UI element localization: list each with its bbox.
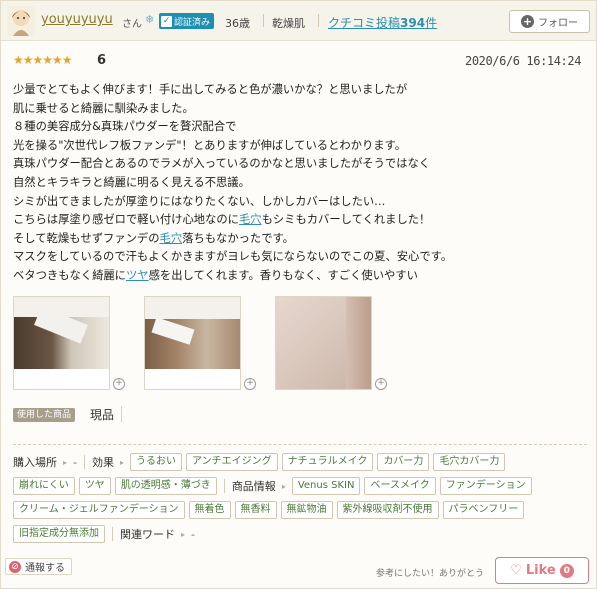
report-label: 通報する: [25, 563, 65, 574]
honorific: さん: [122, 19, 142, 30]
plus-icon: +: [521, 15, 534, 28]
review-line: 光を操る"次世代レフ板ファンデ"！とありますが伸ばしているとわかります。: [13, 138, 407, 152]
review-text-part: もシミもカバーしてくれました！: [261, 213, 431, 227]
review-line: 少量でとてもよく伸びます！手に出してみると色が濃いかな？と思いましたが: [13, 83, 408, 96]
review-line: 真珠パウダー配合とあるのでラメが入っているのかなと思いましたがそうではなく: [13, 157, 431, 171]
rating-score: 6: [97, 53, 107, 68]
product-info-tag[interactable]: ベースメイク: [364, 477, 436, 495]
effect-tag[interactable]: 毛穴カバー力: [433, 453, 506, 471]
photo-area: [145, 297, 240, 319]
keyword-link[interactable]: ツヤ: [126, 269, 149, 282]
helpful-text: 参考にしたい！ありがとう: [376, 569, 485, 579]
prohibited-icon: ⊘: [9, 560, 21, 573]
purchase-value: -: [73, 455, 77, 469]
product-info-tag[interactable]: 無鉱物油: [280, 501, 333, 519]
like-button[interactable]: ♡ Like 0: [495, 557, 589, 584]
product-info-tag[interactable]: Venus SKIN: [291, 477, 361, 495]
product-info-tag[interactable]: 無香料: [234, 501, 277, 519]
review-line: こちらは厚塗り感ゼロで軽い付け心地なのに毛穴もシミもカバーしてくれました！: [13, 211, 588, 230]
divider: [84, 455, 85, 469]
zoom-icon[interactable]: +: [244, 378, 256, 390]
related-value: -: [191, 527, 195, 541]
chevron-right-icon: ▸: [120, 457, 125, 467]
follow-button[interactable]: + フォロー: [509, 10, 590, 33]
tag-row: 崩れにくい ツヤ 肌の透明感・薄づき 商品情報 ▸ Venus SKIN ベース…: [13, 477, 532, 495]
effect-tag[interactable]: ナチュラルメイク: [281, 453, 374, 471]
post-date: 2020/6/6 16:14:24: [465, 54, 582, 68]
review-count-number: 394: [400, 16, 426, 30]
product-info-tag[interactable]: パラベンフリー: [442, 501, 525, 519]
review-line: シミが出てきましたが厚塗りにはなりたくない、しかしカバーはしたい…: [13, 194, 386, 208]
effect-tag[interactable]: アンチエイジング: [186, 453, 278, 471]
review-photo-3[interactable]: [275, 296, 372, 390]
zoom-icon[interactable]: +: [375, 378, 387, 390]
effect-tag[interactable]: 崩れにくい: [13, 477, 75, 495]
username-link[interactable]: youyuyuyu: [41, 12, 113, 27]
review-line: 自然とキラキラと綺麗に明るく見える不思議。: [13, 175, 250, 189]
effect-tag[interactable]: カバー力: [377, 453, 430, 471]
divider: [112, 527, 113, 541]
snowflake-icon: ❄: [145, 13, 155, 26]
product-info-label: 商品情報: [231, 480, 276, 493]
review-text: 少量でとてもよく伸びます！手に出してみると色が濃いかな？と思いましたが 肌に乗せ…: [13, 81, 588, 286]
related-label: 関連ワード: [120, 528, 175, 541]
photo-area: [346, 297, 371, 389]
review-photo-2[interactable]: [144, 296, 241, 390]
divider: [13, 444, 587, 445]
divider: [318, 14, 319, 27]
divider: [263, 14, 264, 27]
product-info-tag[interactable]: 旧指定成分無添加: [13, 525, 105, 543]
review-text-part: ベタつきもなく綺麗に: [13, 268, 126, 282]
review-line: ベタつきもなく綺麗にツヤ感を出してくれます。香りもなく、すごく使いやすい: [13, 267, 588, 286]
review-text-part: 落ちもなかったです。: [182, 231, 294, 245]
review-count-suffix: 件: [425, 16, 438, 30]
review-line: マスクをしているので汗もよくかきますがヨレも気にならないのでこの夏、安心です。: [13, 250, 453, 264]
like-count: 0: [559, 563, 574, 578]
review-count-link[interactable]: クチコミ投稿394件: [328, 14, 437, 31]
like-label: Like: [525, 563, 556, 578]
purchase-label: 購入場所: [13, 456, 57, 469]
effect-tag[interactable]: うるおい: [130, 453, 183, 471]
tag-row: 購入場所 ▸ - 効果 ▸ うるおい アンチエイジング ナチュラルメイク カバー…: [13, 453, 506, 471]
check-icon: ✓: [161, 15, 172, 27]
verified-label: 認証済み: [174, 17, 211, 28]
follow-label: フォロー: [538, 18, 578, 29]
zoom-icon[interactable]: +: [113, 378, 125, 390]
review-line: そして乾燥もせずファンデの毛穴落ちもなかったです。: [13, 230, 588, 249]
product-info-tag[interactable]: 紫外線吸収剤不使用: [336, 501, 439, 519]
product-name: 現品: [90, 408, 115, 422]
review-line: 肌に乗せると綺麗に馴染みました。: [13, 101, 194, 115]
tag-row: 旧指定成分無添加 関連ワード ▸ -: [13, 525, 195, 543]
report-button[interactable]: ⊘ 通報する: [5, 558, 72, 575]
verified-badge: ✓ 認証済み: [159, 13, 215, 29]
chevron-right-icon: ▸: [181, 529, 186, 539]
divider: [223, 479, 225, 493]
product-info-tag[interactable]: ファンデーション: [439, 477, 532, 495]
star-rating: ★★★★★★: [13, 53, 73, 67]
effect-tag[interactable]: 肌の透明感・薄づき: [114, 477, 217, 495]
review-text-part: こちらは厚塗り感ゼロで軽い付け心地なのに: [13, 213, 239, 227]
keyword-link[interactable]: 毛穴: [239, 213, 262, 226]
heart-icon: ♡: [510, 563, 522, 578]
review-line: ８種の美容成分&真珠パウダーを贅沢配合で: [13, 120, 237, 134]
avatar[interactable]: [7, 6, 35, 36]
chevron-right-icon: ▸: [281, 481, 286, 491]
review-text-part: そして乾燥もせずファンデの: [13, 231, 160, 245]
skin-type: 乾燥肌: [272, 17, 305, 30]
review-text-part: 感を出してくれます。香りもなく、すごく使いやすい: [148, 268, 418, 282]
used-product-label: 使用した商品: [13, 408, 76, 422]
effect-tag[interactable]: ツヤ: [78, 477, 111, 495]
chevron-right-icon: ▸: [63, 457, 68, 467]
review-card: youyuyuyu さん ❄ ✓ 認証済み 36歳 乾燥肌 クチコミ投稿394件…: [0, 0, 597, 589]
product-info-tag[interactable]: 無着色: [188, 501, 231, 519]
review-header: youyuyuyu さん ❄ ✓ 認証済み 36歳 乾燥肌 クチコミ投稿394件…: [1, 1, 596, 41]
product-info-tag[interactable]: クリーム・ジェルファンデーション: [13, 501, 185, 519]
review-photo-1[interactable]: [13, 296, 110, 390]
user-age: 36歳: [225, 17, 250, 30]
tag-row: クリーム・ジェルファンデーション 無着色 無香料 無鉱物油 紫外線吸収剤不使用 …: [13, 501, 525, 519]
divider: [121, 406, 122, 422]
keyword-link[interactable]: 毛穴: [160, 232, 183, 245]
review-count-prefix: クチコミ投稿: [328, 16, 401, 30]
effect-label: 効果: [92, 456, 114, 469]
